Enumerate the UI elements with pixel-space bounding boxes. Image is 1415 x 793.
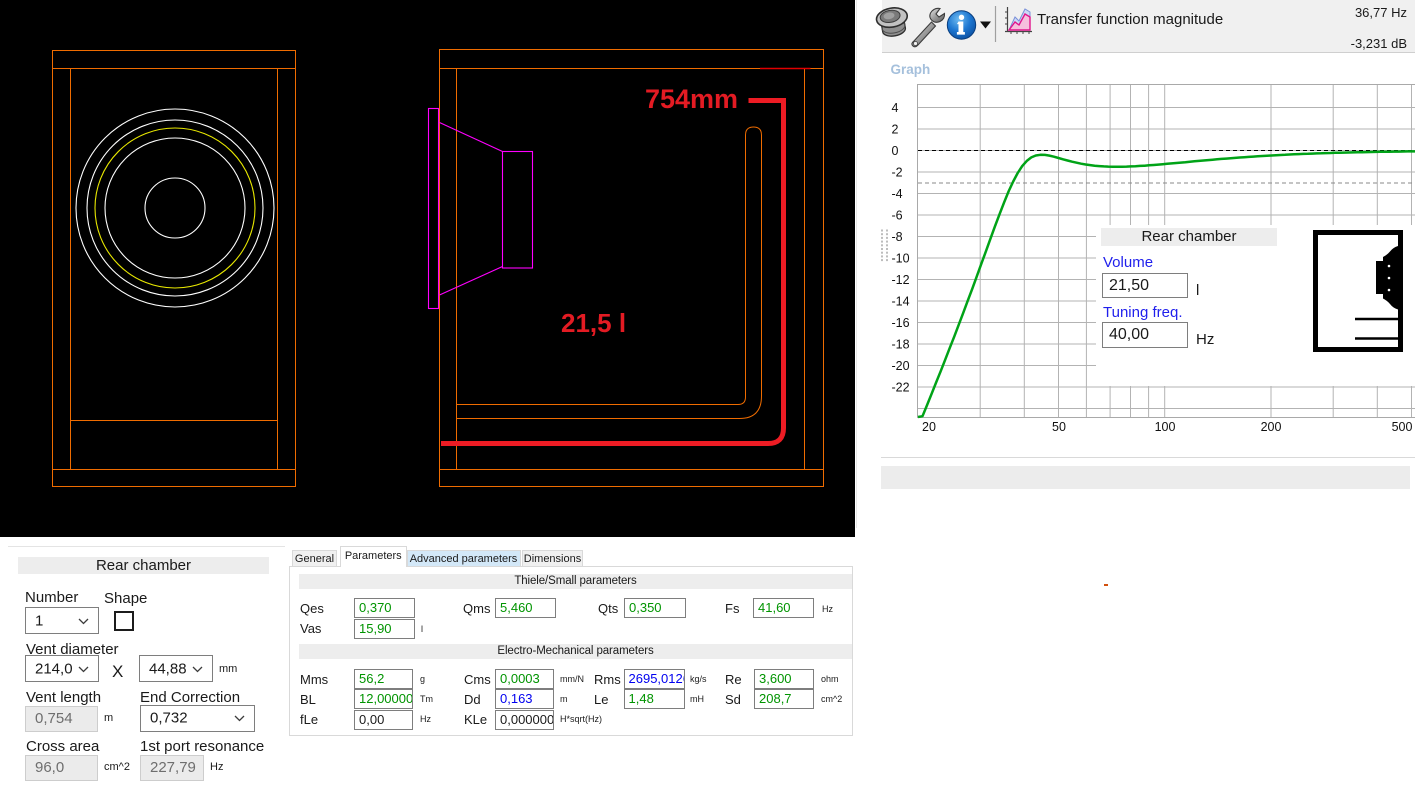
svg-text:2: 2	[892, 123, 899, 137]
svg-text:-2: -2	[892, 166, 903, 180]
svg-text:100: 100	[1155, 420, 1176, 434]
svg-text:-14: -14	[892, 295, 910, 309]
svg-text:50: 50	[1052, 420, 1066, 434]
svg-text:-22: -22	[892, 381, 910, 395]
svg-text:500: 500	[1392, 420, 1413, 434]
svg-text:200: 200	[1261, 420, 1282, 434]
svg-text:-6: -6	[892, 209, 903, 223]
svg-text:-4: -4	[892, 187, 903, 201]
svg-text:4: 4	[892, 101, 899, 115]
svg-text:21,5 l: 21,5 l	[561, 308, 626, 338]
svg-text:-8: -8	[892, 230, 903, 244]
svg-text:754mm: 754mm	[645, 84, 738, 114]
svg-text:-10: -10	[892, 252, 910, 266]
svg-text:-16: -16	[892, 316, 910, 330]
svg-text:20: 20	[922, 420, 936, 434]
svg-text:-12: -12	[892, 273, 910, 287]
svg-text:0: 0	[892, 144, 899, 158]
svg-text:-18: -18	[892, 338, 910, 352]
svg-text:-20: -20	[892, 359, 910, 373]
